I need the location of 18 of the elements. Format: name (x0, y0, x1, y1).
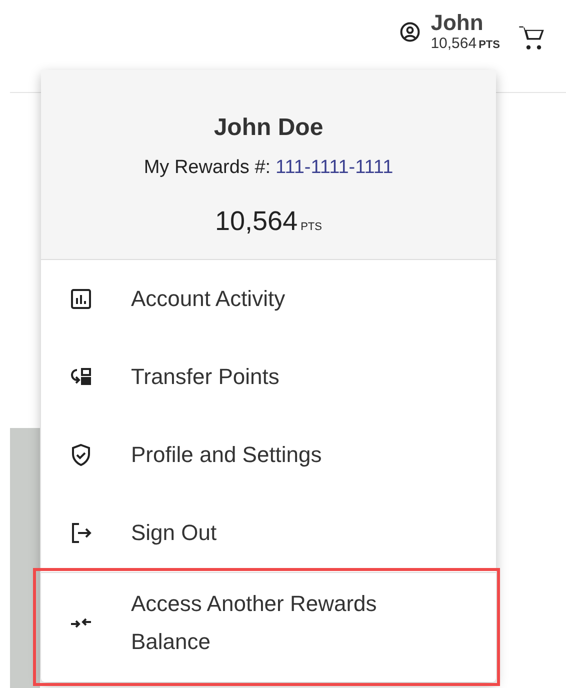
menu-item[interactable]: Account Activity (41, 260, 496, 338)
user-circle-icon (398, 20, 421, 42)
menu-item[interactable]: Transfer Points (41, 338, 496, 416)
rewards-number: 111-1111-1111 (276, 156, 394, 180)
menu-item[interactable]: Sign Out (41, 494, 496, 572)
rewards-label: My Rewards #: (144, 156, 271, 180)
chart-icon (69, 287, 93, 311)
menu-item[interactable]: Profile and Settings (41, 416, 496, 494)
points-value: 10,564 (215, 204, 298, 238)
cart-icon[interactable] (518, 24, 546, 52)
account-button[interactable]: John 10,564 PTS (398, 10, 500, 51)
user-name: John (430, 12, 484, 34)
sign-out-icon (69, 521, 93, 545)
full-name: John Doe (214, 113, 324, 143)
points-unit: PTS (478, 40, 500, 51)
points-value: 10,564 (430, 36, 477, 51)
points-unit: PTS (300, 220, 322, 234)
shield-check-icon (69, 443, 93, 467)
